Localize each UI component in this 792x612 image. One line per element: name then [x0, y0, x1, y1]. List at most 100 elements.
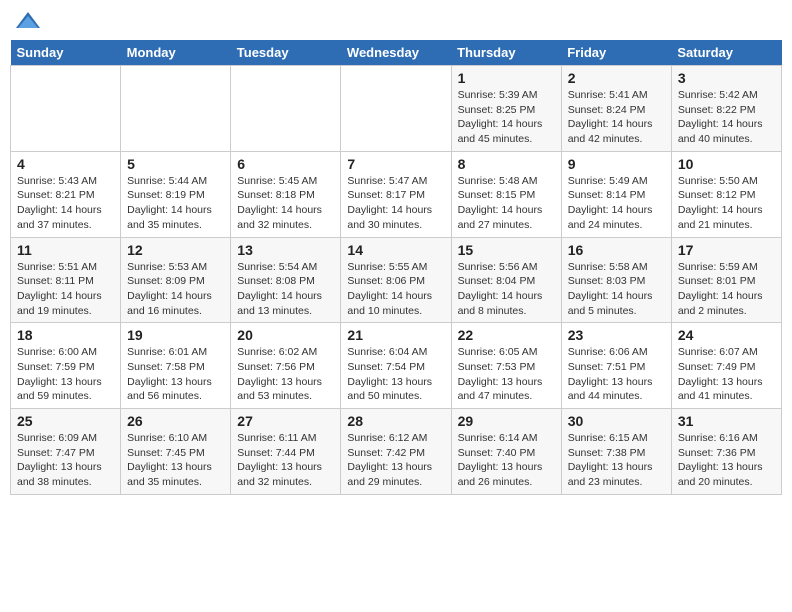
weekday-friday: Friday	[561, 40, 671, 66]
day-info: Sunrise: 5:51 AM Sunset: 8:11 PM Dayligh…	[17, 260, 114, 319]
calendar-cell: 8 Sunrise: 5:48 AM Sunset: 8:15 PM Daylig…	[451, 151, 561, 237]
day-info: Sunrise: 6:06 AM Sunset: 7:51 PM Dayligh…	[568, 345, 665, 404]
day-number: 19	[127, 327, 224, 343]
day-info: Sunrise: 5:54 AM Sunset: 8:08 PM Dayligh…	[237, 260, 334, 319]
day-number: 17	[678, 242, 775, 258]
day-info: Sunrise: 5:59 AM Sunset: 8:01 PM Dayligh…	[678, 260, 775, 319]
day-number: 14	[347, 242, 444, 258]
logo-icon	[14, 10, 42, 32]
calendar-cell: 15Sunrise: 5:56 AM Sunset: 8:04 PM Dayli…	[451, 237, 561, 323]
day-info: Sunrise: 6:14 AM Sunset: 7:40 PM Dayligh…	[458, 431, 555, 490]
weekday-wednesday: Wednesday	[341, 40, 451, 66]
weekday-thursday: Thursday	[451, 40, 561, 66]
day-number: 24	[678, 327, 775, 343]
week-row-3: 11 Sunrise: 5:51 AM Sunset: 8:11 PM Dayli…	[11, 237, 782, 323]
calendar-cell: 25 Sunrise: 6:09 AM Sunset: 7:47 PM Dayli…	[11, 409, 121, 495]
weekday-saturday: Saturday	[671, 40, 781, 66]
day-info: Sunrise: 6:10 AM Sunset: 7:45 PM Dayligh…	[127, 431, 224, 490]
week-row-5: 25 Sunrise: 6:09 AM Sunset: 7:47 PM Dayli…	[11, 409, 782, 495]
day-info: Sunrise: 5:44 AM Sunset: 8:19 PM Dayligh…	[127, 174, 224, 233]
calendar-cell: 17 Sunrise: 5:59 AM Sunset: 8:01 PM Dayli…	[671, 237, 781, 323]
page-header	[10, 10, 782, 32]
day-info: Sunrise: 5:42 AM Sunset: 8:22 PM Dayligh…	[678, 88, 775, 147]
weekday-sunday: Sunday	[11, 40, 121, 66]
week-row-1: 1 Sunrise: 5:39 AM Sunset: 8:25 PM Daylig…	[11, 66, 782, 152]
calendar-cell: 7 Sunrise: 5:47 AM Sunset: 8:17 PM Daylig…	[341, 151, 451, 237]
calendar-cell: 10Sunrise: 5:50 AM Sunset: 8:12 PM Dayli…	[671, 151, 781, 237]
day-number: 18	[17, 327, 114, 343]
day-number: 25	[17, 413, 114, 429]
calendar-cell: 19 Sunrise: 6:01 AM Sunset: 7:58 PM Dayli…	[121, 323, 231, 409]
day-info: Sunrise: 6:04 AM Sunset: 7:54 PM Dayligh…	[347, 345, 444, 404]
day-info: Sunrise: 5:50 AM Sunset: 8:12 PM Dayligh…	[678, 174, 775, 233]
day-number: 31	[678, 413, 775, 429]
calendar-cell: 14 Sunrise: 5:55 AM Sunset: 8:06 PM Dayli…	[341, 237, 451, 323]
calendar-cell: 4Sunrise: 5:43 AM Sunset: 8:21 PM Daylig…	[11, 151, 121, 237]
day-info: Sunrise: 6:12 AM Sunset: 7:42 PM Dayligh…	[347, 431, 444, 490]
calendar-cell: 24 Sunrise: 6:07 AM Sunset: 7:49 PM Dayli…	[671, 323, 781, 409]
calendar-cell: 20 Sunrise: 6:02 AM Sunset: 7:56 PM Dayli…	[231, 323, 341, 409]
day-number: 5	[127, 156, 224, 172]
calendar-cell: 16 Sunrise: 5:58 AM Sunset: 8:03 PM Dayli…	[561, 237, 671, 323]
calendar-cell	[121, 66, 231, 152]
day-number: 21	[347, 327, 444, 343]
weekday-monday: Monday	[121, 40, 231, 66]
day-number: 29	[458, 413, 555, 429]
calendar-cell: 9 Sunrise: 5:49 AM Sunset: 8:14 PM Daylig…	[561, 151, 671, 237]
day-number: 4	[17, 156, 114, 172]
day-info: Sunrise: 6:00 AM Sunset: 7:59 PM Dayligh…	[17, 345, 114, 404]
day-number: 26	[127, 413, 224, 429]
day-number: 11	[17, 242, 114, 258]
day-info: Sunrise: 5:58 AM Sunset: 8:03 PM Dayligh…	[568, 260, 665, 319]
calendar-cell: 23 Sunrise: 6:06 AM Sunset: 7:51 PM Dayli…	[561, 323, 671, 409]
day-info: Sunrise: 6:02 AM Sunset: 7:56 PM Dayligh…	[237, 345, 334, 404]
day-number: 3	[678, 70, 775, 86]
day-info: Sunrise: 5:55 AM Sunset: 8:06 PM Dayligh…	[347, 260, 444, 319]
day-info: Sunrise: 5:53 AM Sunset: 8:09 PM Dayligh…	[127, 260, 224, 319]
day-info: Sunrise: 5:39 AM Sunset: 8:25 PM Dayligh…	[458, 88, 555, 147]
day-info: Sunrise: 6:15 AM Sunset: 7:38 PM Dayligh…	[568, 431, 665, 490]
day-info: Sunrise: 6:05 AM Sunset: 7:53 PM Dayligh…	[458, 345, 555, 404]
day-info: Sunrise: 5:49 AM Sunset: 8:14 PM Dayligh…	[568, 174, 665, 233]
week-row-2: 4Sunrise: 5:43 AM Sunset: 8:21 PM Daylig…	[11, 151, 782, 237]
calendar-cell: 13 Sunrise: 5:54 AM Sunset: 8:08 PM Dayli…	[231, 237, 341, 323]
day-number: 7	[347, 156, 444, 172]
day-number: 9	[568, 156, 665, 172]
logo	[14, 10, 46, 32]
day-info: Sunrise: 5:48 AM Sunset: 8:15 PM Dayligh…	[458, 174, 555, 233]
day-number: 23	[568, 327, 665, 343]
day-number: 1	[458, 70, 555, 86]
calendar-cell: 12Sunrise: 5:53 AM Sunset: 8:09 PM Dayli…	[121, 237, 231, 323]
calendar-cell: 22 Sunrise: 6:05 AM Sunset: 7:53 PM Dayli…	[451, 323, 561, 409]
weekday-tuesday: Tuesday	[231, 40, 341, 66]
day-info: Sunrise: 5:56 AM Sunset: 8:04 PM Dayligh…	[458, 260, 555, 319]
day-info: Sunrise: 5:41 AM Sunset: 8:24 PM Dayligh…	[568, 88, 665, 147]
day-number: 30	[568, 413, 665, 429]
calendar-cell: 21 Sunrise: 6:04 AM Sunset: 7:54 PM Dayli…	[341, 323, 451, 409]
day-number: 16	[568, 242, 665, 258]
calendar-cell: 3 Sunrise: 5:42 AM Sunset: 8:22 PM Daylig…	[671, 66, 781, 152]
weekday-header-row: SundayMondayTuesdayWednesdayThursdayFrid…	[11, 40, 782, 66]
calendar-cell: 31 Sunrise: 6:16 AM Sunset: 7:36 PM Dayli…	[671, 409, 781, 495]
calendar-cell: 27Sunrise: 6:11 AM Sunset: 7:44 PM Dayli…	[231, 409, 341, 495]
day-info: Sunrise: 6:16 AM Sunset: 7:36 PM Dayligh…	[678, 431, 775, 490]
day-number: 8	[458, 156, 555, 172]
calendar-cell: 26 Sunrise: 6:10 AM Sunset: 7:45 PM Dayli…	[121, 409, 231, 495]
day-number: 13	[237, 242, 334, 258]
day-info: Sunrise: 6:01 AM Sunset: 7:58 PM Dayligh…	[127, 345, 224, 404]
calendar-table: SundayMondayTuesdayWednesdayThursdayFrid…	[10, 40, 782, 495]
day-number: 20	[237, 327, 334, 343]
calendar-cell: 11 Sunrise: 5:51 AM Sunset: 8:11 PM Dayli…	[11, 237, 121, 323]
day-number: 6	[237, 156, 334, 172]
calendar-cell: 2Sunrise: 5:41 AM Sunset: 8:24 PM Daylig…	[561, 66, 671, 152]
calendar-cell: 30 Sunrise: 6:15 AM Sunset: 7:38 PM Dayli…	[561, 409, 671, 495]
day-info: Sunrise: 5:47 AM Sunset: 8:17 PM Dayligh…	[347, 174, 444, 233]
day-number: 22	[458, 327, 555, 343]
day-number: 28	[347, 413, 444, 429]
calendar-cell	[231, 66, 341, 152]
week-row-4: 18 Sunrise: 6:00 AM Sunset: 7:59 PM Dayli…	[11, 323, 782, 409]
day-info: Sunrise: 6:09 AM Sunset: 7:47 PM Dayligh…	[17, 431, 114, 490]
calendar-cell: 5 Sunrise: 5:44 AM Sunset: 8:19 PM Daylig…	[121, 151, 231, 237]
calendar-cell	[11, 66, 121, 152]
day-info: Sunrise: 6:07 AM Sunset: 7:49 PM Dayligh…	[678, 345, 775, 404]
